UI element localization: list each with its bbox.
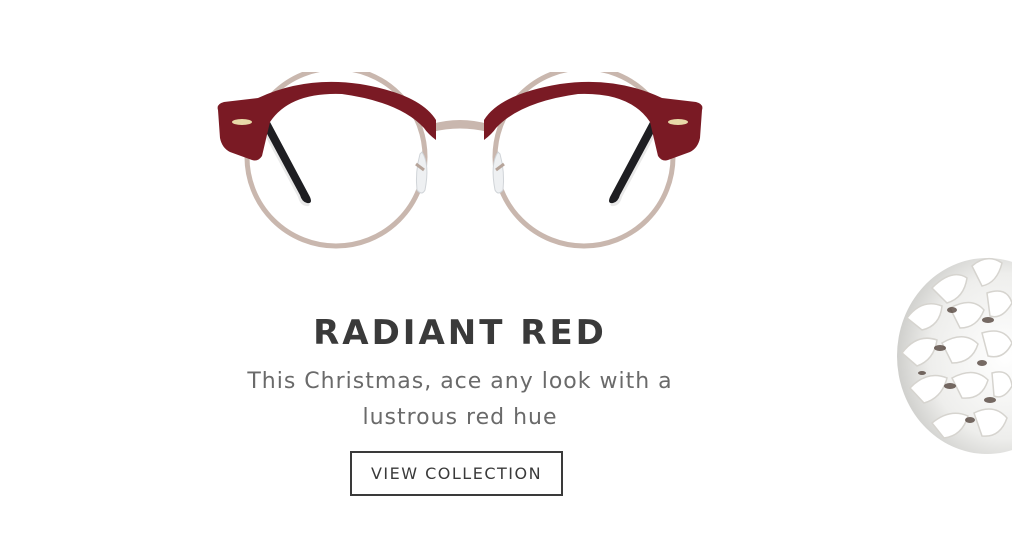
promo-title: RADIANT RED (313, 312, 607, 353)
pinecone-decoration (897, 257, 1012, 454)
view-collection-button[interactable]: VIEW COLLECTION (350, 451, 563, 496)
eyeglasses-product-image[interactable] (210, 72, 710, 262)
promo-subtitle: This Christmas, ace any look with a lust… (247, 369, 673, 430)
